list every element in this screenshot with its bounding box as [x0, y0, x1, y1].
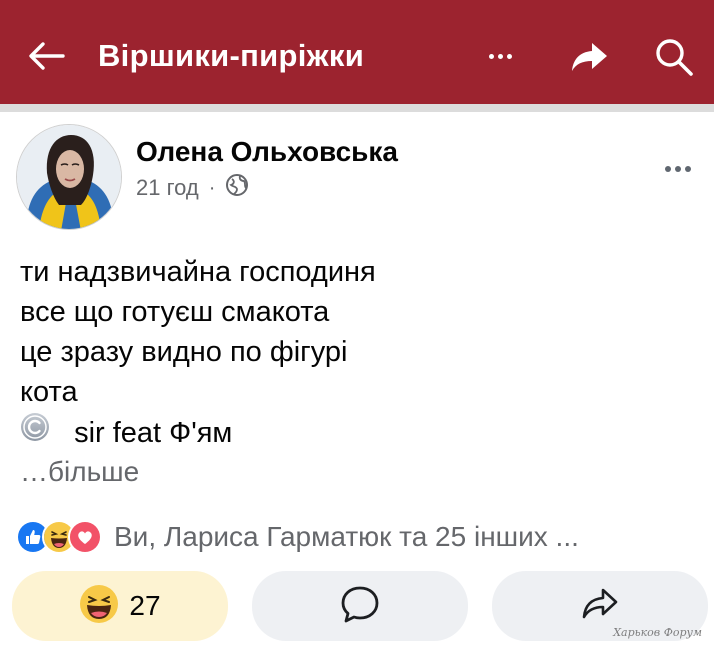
reaction-icons	[16, 520, 102, 554]
more-horizontal-icon[interactable]	[478, 40, 522, 72]
post-meta: 21 год ·	[136, 174, 249, 202]
comment-button[interactable]	[252, 571, 468, 641]
react-button[interactable]: 27	[12, 571, 228, 641]
post-line: ти надзвичайна господиня	[20, 256, 376, 288]
post-options-icon[interactable]	[656, 158, 700, 180]
globe-icon	[225, 173, 249, 203]
credit-text: sir feat Ф'ям	[74, 417, 233, 449]
reactions-summary-text: Ви, Лариса Гарматюк та 25 інших ...	[114, 521, 579, 552]
search-icon[interactable]	[650, 34, 698, 80]
avatar[interactable]	[16, 124, 122, 230]
back-arrow-icon[interactable]	[22, 34, 70, 78]
see-more-link[interactable]: …більше	[20, 456, 139, 488]
meta-separator: ·	[208, 176, 216, 199]
post-author-name[interactable]: Олена Ольховська	[136, 136, 398, 168]
credit-line: sir feat Ф'ям	[20, 412, 680, 452]
share-arrow-icon[interactable]	[566, 36, 612, 78]
reaction-count: 27	[129, 590, 161, 621]
top-app-bar: Віршики-пиріжки	[0, 0, 714, 104]
post-text: ти надзвичайна господиня все що готуєш с…	[20, 252, 680, 452]
group-title[interactable]: Віршики-пиріжки	[98, 38, 364, 74]
header-divider	[0, 104, 714, 112]
share-icon	[580, 586, 620, 627]
post-line: це зразу видно по фігурі	[20, 336, 348, 368]
copyright-icon	[20, 412, 50, 442]
post-line: все що готуєш смакота	[20, 296, 330, 328]
haha-emoji-icon	[79, 584, 119, 629]
post-line: кота	[20, 376, 78, 408]
comment-icon	[339, 584, 381, 629]
watermark: Харьков Форум	[613, 626, 702, 639]
post-timestamp[interactable]: 21 год	[136, 175, 199, 201]
reactions-summary[interactable]: Ви, Лариса Гарматюк та 25 інших ...	[16, 515, 579, 559]
love-reaction-icon	[68, 520, 102, 554]
